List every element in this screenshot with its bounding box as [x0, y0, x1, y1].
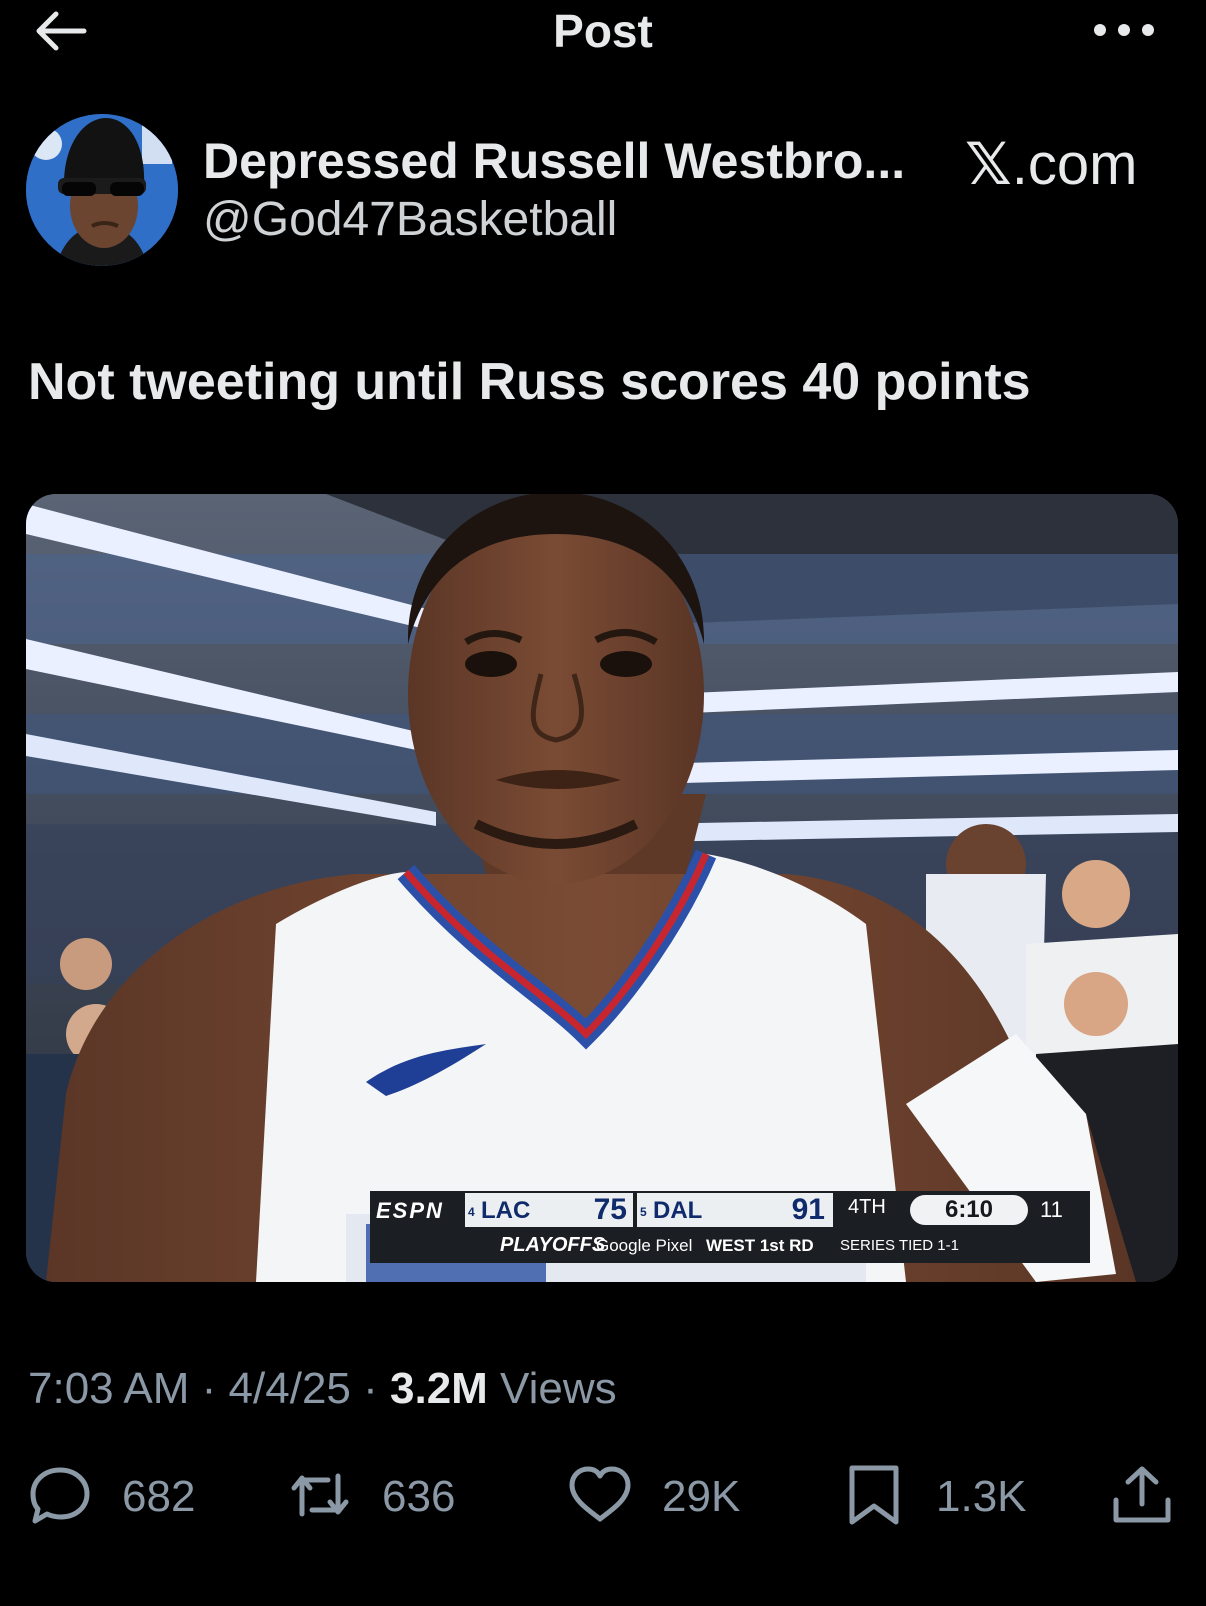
x-logo-icon: 𝕏 — [965, 132, 1012, 197]
like-count: 29K — [662, 1472, 741, 1521]
author-handle[interactable]: @God47Basketball — [203, 192, 617, 247]
reply-button[interactable]: 682 — [28, 1460, 228, 1530]
author-row: Depressed Russell Westbro... @God47Baske… — [0, 110, 1206, 270]
top-bar: Post — [0, 0, 1206, 70]
team2-name: DAL — [653, 1197, 703, 1224]
reply-icon — [30, 1467, 90, 1524]
share-icon — [1113, 1466, 1171, 1523]
bookmark-count: 1.3K — [936, 1472, 1027, 1521]
espn-logo: ESPN — [376, 1198, 444, 1223]
like-icon — [569, 1466, 631, 1522]
photo-illustration — [26, 494, 1178, 1282]
tweet-date: 4/4/25 — [228, 1364, 351, 1413]
scorebug-team2: 5 DAL 91 — [637, 1193, 833, 1227]
page-title: Post — [553, 5, 653, 57]
game-period: 4TH — [848, 1196, 886, 1218]
team2-seed: 5 — [640, 1205, 647, 1219]
tweet-time: 7:03 AM — [28, 1364, 190, 1413]
team1-name: LAC — [481, 1197, 531, 1224]
playoffs-logo: PLAYOFFS — [500, 1234, 606, 1256]
repost-button[interactable]: 636 — [288, 1460, 488, 1530]
shot-clock: 11 — [1040, 1197, 1063, 1222]
scorebug-team1: 4 LAC 75 — [465, 1193, 633, 1227]
repost-count: 636 — [382, 1472, 456, 1521]
bookmark-button[interactable]: 1.3K — [842, 1460, 1042, 1530]
sponsor-text: Google Pixel — [596, 1236, 693, 1255]
tweet-media-image[interactable]: ESPN 4 LAC 75 5 DAL 91 4TH 6:10 11 PLAYO… — [26, 494, 1178, 1282]
views-label: Views — [487, 1364, 617, 1413]
team1-score: 75 — [593, 1193, 627, 1226]
share-button[interactable] — [1110, 1460, 1174, 1530]
action-bar: 682 636 29K 1.3K — [0, 1460, 1206, 1530]
meta-separator: · — [189, 1364, 229, 1413]
source-domain: .com — [1011, 132, 1138, 197]
tweet-text: Not tweeting until Russ scores 40 points — [28, 353, 1031, 411]
views-count[interactable]: 3.2M — [390, 1364, 488, 1413]
team1-seed: 4 — [468, 1205, 475, 1219]
meta-separator: · — [350, 1364, 390, 1413]
more-icon — [1094, 24, 1154, 36]
avatar[interactable] — [26, 114, 178, 266]
round-text: WEST 1st RD — [706, 1236, 814, 1255]
more-button[interactable] — [1088, 12, 1160, 48]
bookmark-icon — [849, 1465, 899, 1525]
game-clock: 6:10 — [910, 1195, 1028, 1225]
series-status: SERIES TIED 1-1 — [840, 1237, 959, 1254]
reply-count: 682 — [122, 1472, 196, 1521]
scorebug: ESPN 4 LAC 75 5 DAL 91 4TH 6:10 11 PLAYO… — [370, 1191, 1090, 1263]
like-button[interactable]: 29K — [568, 1460, 768, 1530]
author-display-name[interactable]: Depressed Russell Westbro... — [203, 132, 905, 190]
team2-score: 91 — [791, 1193, 825, 1226]
repost-icon — [291, 1473, 349, 1517]
source-watermark: 𝕏.com — [965, 130, 1137, 198]
tweet-meta: 7:03 AM · 4/4/25 · 3.2M Views — [28, 1364, 617, 1414]
